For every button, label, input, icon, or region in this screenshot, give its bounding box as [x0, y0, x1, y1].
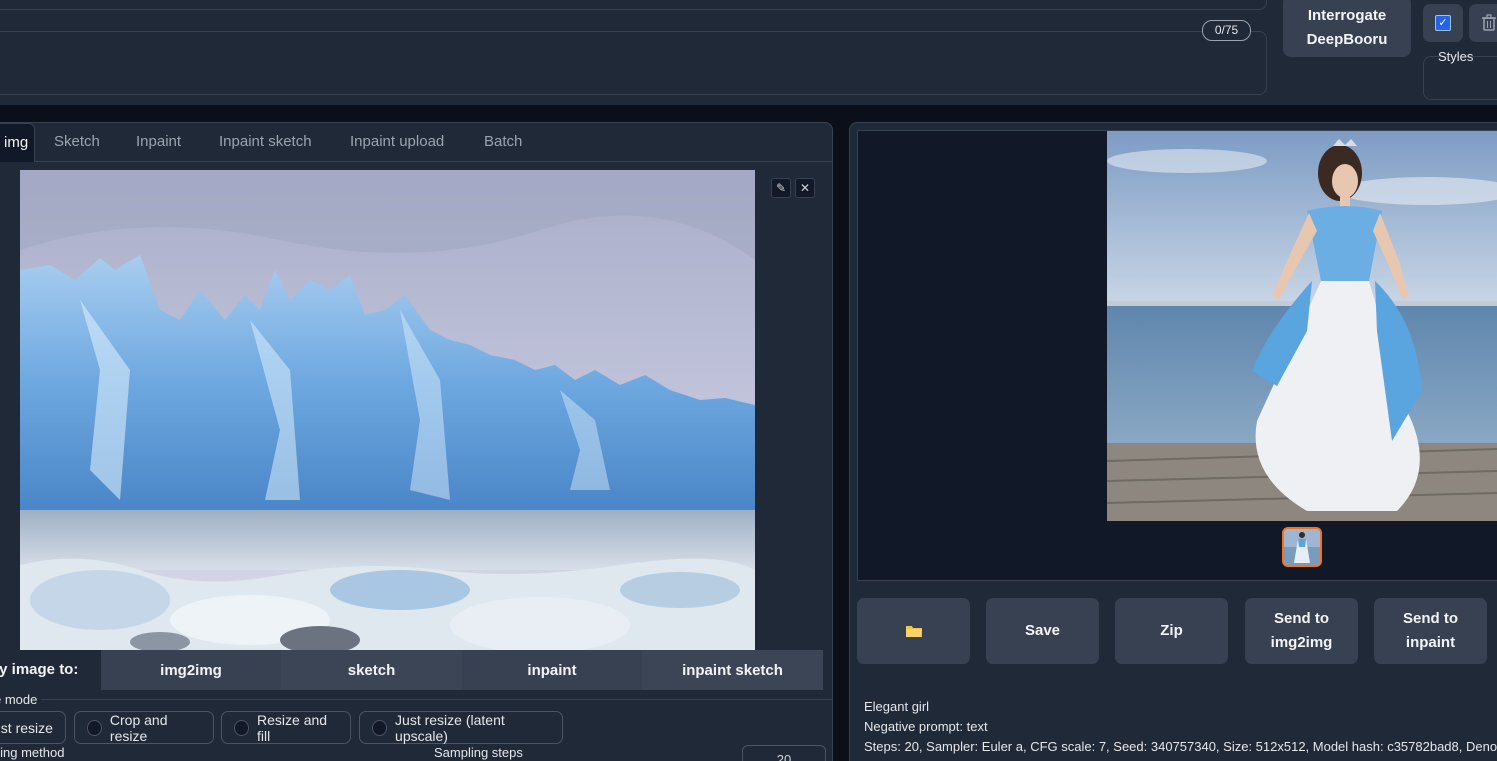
copy-to-inpaint-button[interactable]: inpaint	[462, 650, 642, 690]
negative-prompt-textarea[interactable]	[0, 31, 1267, 95]
radio-label: Resize and fill	[257, 711, 328, 744]
clear-prompt-button[interactable]	[1469, 4, 1497, 42]
send-img2img-line1: Send to	[1274, 610, 1329, 627]
token-counter: 0/75	[1202, 20, 1251, 41]
send-inpaint-line1: Send to	[1403, 610, 1458, 627]
radio-dot	[87, 719, 102, 736]
pencil-icon: ✎	[775, 181, 787, 195]
radio-crop-and-resize[interactable]: Crop and resize	[74, 711, 214, 744]
checkbox-icon: ✓	[1435, 15, 1451, 31]
sampling-method-label: pling method	[0, 745, 65, 760]
radio-just-resize[interactable]: ust resize	[0, 711, 66, 744]
send-to-img2img-button[interactable]: Send to img2img	[1245, 598, 1358, 664]
trash-icon	[1482, 14, 1496, 31]
radio-dot	[372, 719, 388, 736]
tab-sketch[interactable]: Sketch	[54, 133, 100, 150]
send-inpaint-line2: inpaint	[1405, 634, 1456, 651]
send-to-inpaint-button[interactable]: Send to inpaint	[1374, 598, 1487, 664]
tab-inpaint-sketch[interactable]: Inpaint sketch	[219, 133, 312, 150]
send-img2img-line2: img2img	[1270, 634, 1333, 651]
radio-resize-and-fill[interactable]: Resize and fill	[221, 711, 351, 744]
radio-just-resize-latent[interactable]: Just resize (latent upscale)	[359, 711, 563, 744]
save-button[interactable]: Save	[986, 598, 1099, 664]
close-icon: ✕	[799, 181, 811, 195]
tab-img2img[interactable]: img	[0, 123, 35, 163]
interrogate-deepbooru-button[interactable]: Interrogate DeepBooru	[1283, 0, 1411, 57]
radio-dot	[234, 719, 250, 736]
copy-to-sketch-button[interactable]: sketch	[281, 650, 462, 690]
styles-label: Styles	[1438, 49, 1474, 64]
open-folder-button[interactable]	[857, 598, 970, 664]
tab-batch[interactable]: Batch	[484, 133, 522, 150]
copy-to-img2img-button[interactable]: img2img	[101, 650, 281, 690]
copy-image-to-label: py image to:	[0, 661, 79, 678]
interrogate-label-line1: Interrogate	[1307, 7, 1387, 24]
apply-styles-button[interactable]: ✓	[1423, 4, 1463, 42]
sampling-steps-input[interactable]: 20	[742, 745, 826, 761]
folder-icon	[905, 626, 922, 637]
edit-image-button[interactable]: ✎	[771, 178, 791, 198]
copy-to-inpaint-sketch-button[interactable]: inpaint sketch	[642, 650, 823, 690]
radio-label: Crop and resize	[109, 711, 168, 744]
thumbnail-image	[1284, 529, 1320, 565]
radio-label: Just resize (latent upscale)	[395, 711, 505, 744]
sampling-steps-label: Sampling steps	[434, 745, 523, 760]
divider	[0, 699, 833, 700]
resize-mode-label: e mode	[0, 692, 42, 707]
source-image	[20, 170, 755, 650]
clear-image-button[interactable]: ✕	[795, 178, 815, 198]
zip-button[interactable]: Zip	[1115, 598, 1228, 664]
tab-inpaint[interactable]: Inpaint	[136, 133, 181, 150]
generation-prompt: Elegant girl	[864, 699, 930, 714]
generation-negative-prompt: Negative prompt: text	[864, 719, 988, 734]
tab-inpaint-upload[interactable]: Inpaint upload	[350, 133, 444, 150]
interrogate-label-line2: DeepBooru	[1306, 31, 1388, 48]
gallery-thumbnail[interactable]	[1282, 527, 1322, 567]
output-image[interactable]	[1107, 131, 1497, 521]
prompt-textarea[interactable]	[0, 0, 1267, 10]
generation-parameters: Steps: 20, Sampler: Euler a, CFG scale: …	[864, 739, 1497, 754]
radio-label: ust resize	[0, 719, 53, 736]
